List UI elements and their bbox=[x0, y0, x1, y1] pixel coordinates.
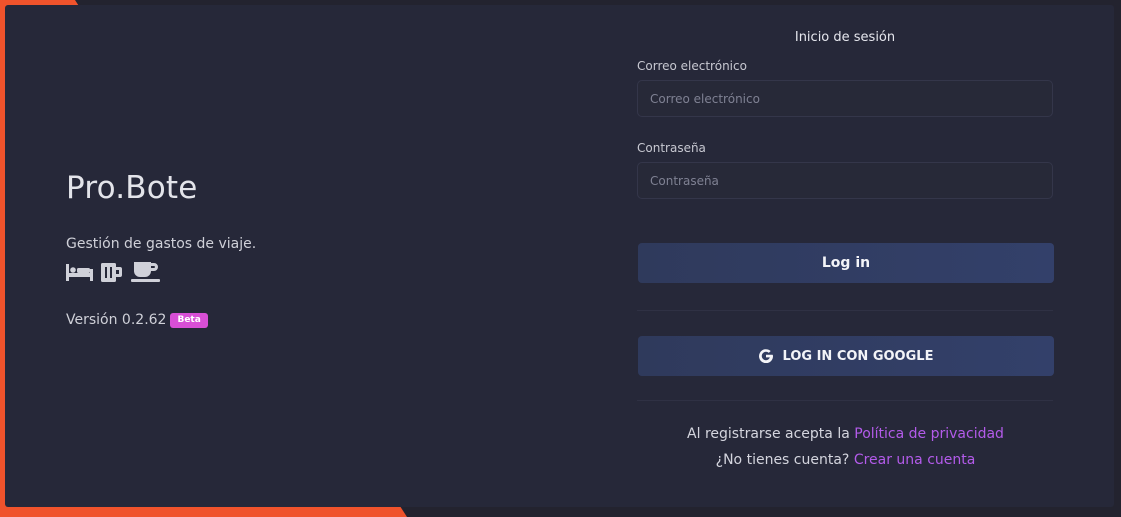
login-card: Pro.Bote Gestión de gastos de viaje. Ver… bbox=[5, 5, 1114, 507]
google-login-label: LOG IN CON GOOGLE bbox=[782, 348, 934, 364]
create-account-link[interactable]: Crear una cuenta bbox=[854, 452, 976, 468]
signup-line: ¿No tienes cuenta? Crear una cuenta bbox=[638, 447, 1053, 473]
password-label: Contraseña bbox=[637, 141, 706, 155]
login-button[interactable]: Log in bbox=[638, 243, 1054, 283]
password-field[interactable] bbox=[637, 162, 1053, 199]
travel-icons bbox=[66, 262, 256, 282]
privacy-prefix: Al registrarse acepta la bbox=[687, 426, 850, 442]
brand-panel: Pro.Bote Gestión de gastos de viaje. Ver… bbox=[66, 170, 256, 328]
beer-mug-icon bbox=[101, 262, 123, 282]
google-g-icon bbox=[758, 349, 773, 364]
form-footer: Al registrarse acepta la Política de pri… bbox=[638, 421, 1053, 473]
form-title: Inicio de sesión bbox=[794, 30, 896, 45]
bed-icon bbox=[66, 263, 93, 281]
email-field-group: Correo electrónico bbox=[637, 59, 1053, 117]
app-title: Pro.Bote bbox=[66, 170, 198, 206]
password-field-group: Contraseña bbox=[637, 141, 1053, 199]
email-label: Correo electrónico bbox=[637, 59, 747, 73]
coffee-cup-icon bbox=[131, 262, 160, 282]
version-info: Versión 0.2.62 Beta bbox=[66, 312, 256, 328]
privacy-line: Al registrarse acepta la Política de pri… bbox=[638, 421, 1053, 447]
google-login-button[interactable]: LOG IN CON GOOGLE bbox=[638, 336, 1054, 376]
signup-prefix: ¿No tienes cuenta? bbox=[715, 452, 850, 468]
login-form: Inicio de sesión Correo electrónico Cont… bbox=[637, 30, 1054, 473]
beta-badge: Beta bbox=[170, 312, 208, 328]
privacy-policy-link[interactable]: Política de privacidad bbox=[854, 426, 1004, 442]
email-field[interactable] bbox=[637, 80, 1053, 117]
app-tagline: Gestión de gastos de viaje. bbox=[66, 236, 257, 252]
version-text: Versión 0.2.62 bbox=[66, 312, 167, 328]
